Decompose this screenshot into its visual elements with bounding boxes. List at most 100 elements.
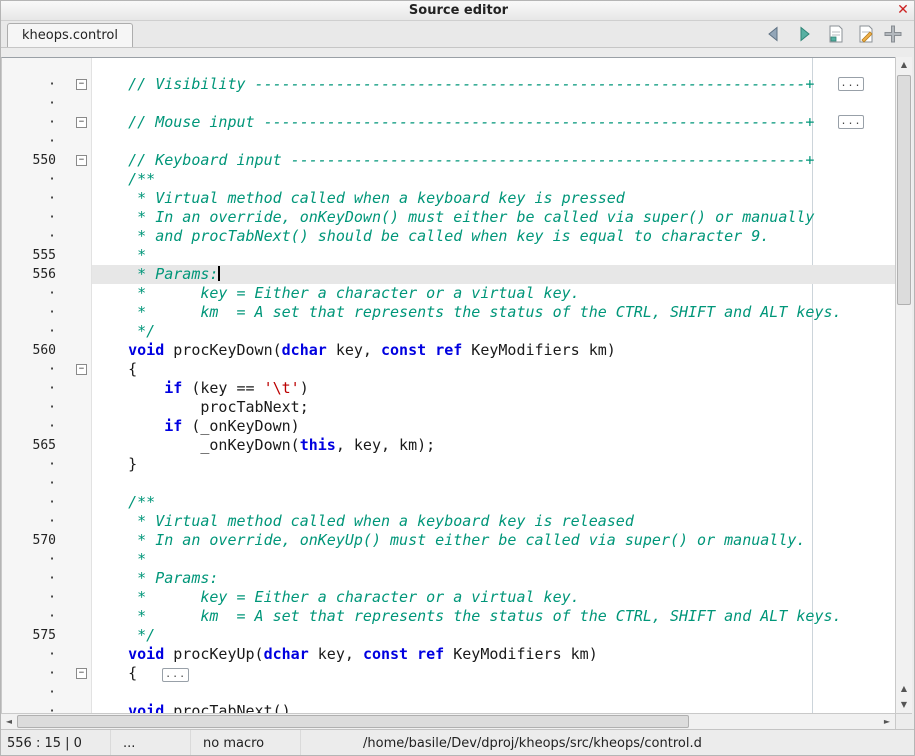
code-line[interactable]: · * Virtual method called when a keyboar… (2, 512, 895, 531)
code-text[interactable]: /** (92, 493, 895, 512)
code-viewport[interactable]: ·− // Visibility -----------------------… (1, 57, 895, 713)
fold-marker-icon[interactable]: − (76, 117, 87, 128)
code-text[interactable]: * key = Either a character or a virtual … (92, 588, 895, 607)
code-text[interactable]: void procKeyDown(dchar key, const ref Ke… (92, 341, 895, 360)
code-text[interactable]: void procTabNext() (92, 702, 895, 713)
code-line[interactable]: · (2, 94, 895, 113)
code-line[interactable]: · * km = A set that represents the statu… (2, 303, 895, 322)
fold-marker-icon[interactable]: − (76, 79, 87, 90)
scrollbar-corner (895, 713, 912, 729)
code-line[interactable]: ·− {... (2, 664, 895, 683)
code-line[interactable]: · (2, 474, 895, 493)
code-line[interactable]: 565 _onKeyDown(this, key, km); (2, 436, 895, 455)
code-text[interactable] (92, 94, 895, 113)
code-line[interactable]: · * Virtual method called when a keyboar… (2, 189, 895, 208)
code-line[interactable]: · */ (2, 322, 895, 341)
line-number: · (2, 189, 74, 208)
scroll-right-icon[interactable]: ► (879, 714, 895, 729)
code-line[interactable]: 560 void procKeyDown(dchar key, const re… (2, 341, 895, 360)
code-text[interactable]: * Params: (92, 265, 895, 284)
code-text[interactable]: */ (92, 322, 895, 341)
nav-forward-icon[interactable] (793, 23, 815, 45)
code-text[interactable]: * In an override, onKeyDown() must eithe… (92, 208, 895, 227)
folded-region-ellipsis[interactable]: ... (162, 668, 189, 682)
fold-marker-icon[interactable]: − (76, 155, 87, 166)
code-text[interactable]: // Visibility --------------------------… (92, 75, 895, 94)
fold-marker-icon[interactable]: − (76, 668, 87, 679)
code-text[interactable]: void procKeyUp(dchar key, const ref KeyM… (92, 645, 895, 664)
scroll-down-icon[interactable]: ▼ (896, 697, 912, 713)
code-text[interactable]: _onKeyDown(this, key, km); (92, 436, 895, 455)
code-line[interactable]: 556 * Params: (2, 265, 895, 284)
code-line[interactable]: · void procTabNext() (2, 702, 895, 713)
code-line[interactable]: · * and procTabNext() should be called w… (2, 227, 895, 246)
code-line[interactable]: ·− // Visibility -----------------------… (2, 75, 895, 94)
code-line[interactable]: · if (key == '\t') (2, 379, 895, 398)
code-line[interactable]: · * km = A set that represents the statu… (2, 607, 895, 626)
code-text[interactable]: * Virtual method called when a keyboard … (92, 512, 895, 531)
code-line[interactable]: · * key = Either a character or a virtua… (2, 284, 895, 303)
code-line[interactable]: · /** (2, 493, 895, 512)
code-line[interactable]: · (2, 132, 895, 151)
code-line[interactable]: ·− // Mouse input ----------------------… (2, 113, 895, 132)
fold-column (74, 531, 92, 550)
code-line[interactable]: 575 */ (2, 626, 895, 645)
code-text[interactable]: * Params: (92, 569, 895, 588)
folded-region-ellipsis[interactable]: ... (838, 77, 864, 91)
line-number: · (2, 455, 74, 474)
code-line[interactable]: · (2, 683, 895, 702)
code-text[interactable] (92, 474, 895, 493)
folded-region-ellipsis[interactable]: ... (838, 115, 864, 129)
code-text[interactable]: * (92, 550, 895, 569)
save-as-icon[interactable] (855, 23, 877, 45)
horizontal-scroll-thumb[interactable] (17, 715, 689, 728)
code-text[interactable]: if (key == '\t') (92, 379, 895, 398)
code-text[interactable]: if (_onKeyDown) (92, 417, 895, 436)
scroll-up-icon[interactable]: ▲ (896, 681, 912, 697)
tab-kheops-control[interactable]: kheops.control (7, 23, 133, 47)
scroll-left-icon[interactable]: ◄ (1, 714, 17, 729)
code-text[interactable]: * key = Either a character or a virtual … (92, 284, 895, 303)
code-text[interactable]: * (92, 246, 895, 265)
code-text[interactable]: /** (92, 170, 895, 189)
code-segment: const (381, 341, 426, 359)
line-number: · (2, 379, 74, 398)
code-text[interactable]: // Mouse input -------------------------… (92, 113, 895, 132)
code-line[interactable]: · procTabNext; (2, 398, 895, 417)
code-line[interactable]: · /** (2, 170, 895, 189)
code-text[interactable]: } (92, 455, 895, 474)
nav-back-icon[interactable] (763, 23, 785, 45)
save-icon[interactable] (825, 23, 847, 45)
code-text[interactable]: * km = A set that represents the status … (92, 607, 895, 626)
scroll-up-icon[interactable]: ▲ (896, 57, 912, 73)
code-text[interactable] (92, 132, 895, 151)
code-line[interactable]: · * (2, 550, 895, 569)
detach-icon[interactable] (882, 23, 904, 45)
code-line[interactable]: · * Params: (2, 569, 895, 588)
code-text[interactable]: */ (92, 626, 895, 645)
code-text[interactable]: procTabNext; (92, 398, 895, 417)
fold-marker-icon[interactable]: − (76, 364, 87, 375)
code-text[interactable]: {... (92, 664, 895, 683)
code-line[interactable]: · } (2, 455, 895, 474)
code-text[interactable]: { (92, 360, 895, 379)
code-segment: dchar (282, 341, 327, 359)
code-line[interactable]: · if (_onKeyDown) (2, 417, 895, 436)
vertical-scroll-thumb[interactable] (897, 75, 911, 305)
code-line[interactable]: · * key = Either a character or a virtua… (2, 588, 895, 607)
code-text[interactable]: * Virtual method called when a keyboard … (92, 189, 895, 208)
vertical-scrollbar[interactable]: ▲ ▲ ▼ (895, 57, 912, 713)
code-line[interactable]: 555 * (2, 246, 895, 265)
code-text[interactable]: // Keyboard input ----------------------… (92, 151, 895, 170)
code-text[interactable]: * In an override, onKeyUp() must either … (92, 531, 895, 550)
code-line[interactable]: 550− // Keyboard input -----------------… (2, 151, 895, 170)
horizontal-scrollbar[interactable]: ◄ ► (1, 713, 895, 729)
code-text[interactable]: * and procTabNext() should be called whe… (92, 227, 895, 246)
code-line[interactable]: 570 * In an override, onKeyUp() must eit… (2, 531, 895, 550)
code-line[interactable]: · * In an override, onKeyDown() must eit… (2, 208, 895, 227)
code-line[interactable]: · void procKeyUp(dchar key, const ref Ke… (2, 645, 895, 664)
code-text[interactable]: * km = A set that represents the status … (92, 303, 895, 322)
code-line[interactable]: ·− { (2, 360, 895, 379)
code-text[interactable] (92, 683, 895, 702)
close-icon[interactable]: ✕ (895, 2, 911, 18)
